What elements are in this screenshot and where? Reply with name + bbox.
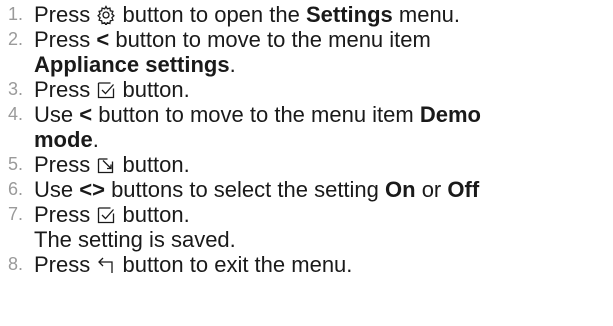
back-icon [96,255,116,275]
step-continuation: mode. [34,127,613,152]
step-text: buttons to select the setting [104,177,386,202]
step-text: . [92,127,99,152]
step-text: button. [116,202,190,227]
step-result: The setting is saved. [34,227,236,252]
step-number: 7. [8,204,24,224]
step-text: or [415,177,448,202]
step-text: button. [116,77,190,102]
menu-item-name: mode [34,127,93,152]
step-text: button to exit the menu. [116,252,353,277]
step-7: 7. Press button. The setting is saved. [0,202,613,252]
step-text: button to move to the menu item [92,102,420,127]
step-number: 4. [8,104,24,124]
step-text: Press [34,2,97,27]
step-text: Press [34,77,97,102]
step-continuation: Appliance settings. [34,52,613,77]
step-text: Use [34,177,80,202]
step-8: 8. Press button to exit the menu. [0,252,613,277]
step-number: 1. [8,4,24,24]
step-text: button. [116,152,190,177]
step-1: 1. Press button to open the Settings men… [0,2,613,27]
step-text: Press [34,202,97,227]
setting-value-on: On [385,177,416,202]
step-2: 2. Press < button to move to the menu it… [0,27,613,77]
menu-item-name: Demo [419,102,481,127]
step-text: Press [34,27,97,52]
step-text: button to open the [116,2,306,27]
checkbox-check-icon [96,80,116,100]
left-arrow-symbol: < [79,102,93,127]
step-5: 5. Press button. [0,152,613,177]
step-number: 3. [8,79,24,99]
edit-box-icon [96,155,116,175]
step-text: . [229,52,236,77]
step-number: 5. [8,154,24,174]
step-3: 3. Press button. [0,77,613,102]
step-text: Use [34,102,80,127]
step-4: 4. Use < button to move to the menu item… [0,102,613,152]
checkbox-check-icon [96,205,116,225]
instruction-steps: 1. Press button to open the Settings men… [0,2,613,277]
left-right-arrows-symbol: <> [79,177,105,202]
step-text: Press [34,152,97,177]
left-arrow-symbol: < [96,27,110,52]
step-number: 6. [8,179,24,199]
step-text: menu. [392,2,461,27]
step-number: 8. [8,254,24,274]
menu-name: Settings [305,2,393,27]
step-text: button to move to the menu item [109,27,431,52]
step-text: Press [34,252,97,277]
setting-value-off: Off [447,177,480,202]
step-6: 6. Use <> buttons to select the setting … [0,177,613,202]
menu-item-name: Appliance settings [34,52,230,77]
step-number: 2. [8,29,24,49]
gear-icon [96,5,116,25]
